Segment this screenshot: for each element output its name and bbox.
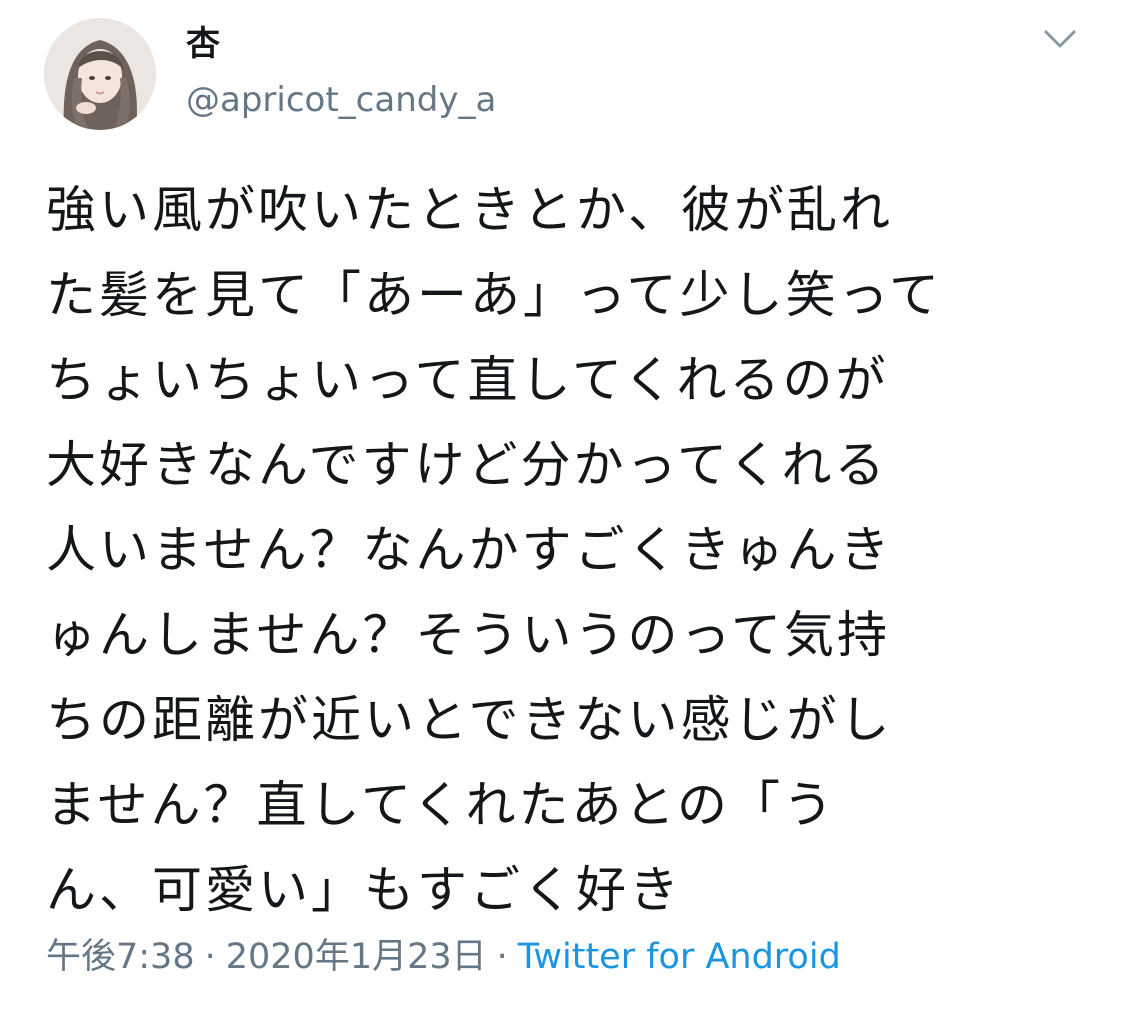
tweet-source-link[interactable]: Twitter for Android xyxy=(518,937,841,977)
tweet-meta: 午後7:38 · 2020年1月23日 · Twitter for Android xyxy=(46,934,841,980)
meta-separator: · xyxy=(204,937,216,977)
tweet-line: ゅんしません？そういうのって気持 xyxy=(46,606,890,664)
display-name[interactable]: 杏 xyxy=(186,22,220,66)
tweet-line: ちょいちょいって直してくれるのが xyxy=(46,351,889,409)
tweet-card: 杏 @apricot_candy_a 強い風が吹いたときとか、彼が乱れ た髪を見… xyxy=(0,0,1124,1024)
tweet-line: ん、可愛い」もすごく好き xyxy=(46,861,682,919)
tweet-line: 人いません？なんかすごくきゅんき xyxy=(46,521,893,579)
user-handle[interactable]: @apricot_candy_a xyxy=(186,78,496,122)
avatar-illustration-icon xyxy=(44,18,156,130)
tweet-text: 強い風が吹いたときとか、彼が乱れ た髪を見て「あーあ」って少し笑って ちょいちょ… xyxy=(46,168,1086,933)
tweet-line: 強い風が吹いたときとか、彼が乱れ xyxy=(46,181,893,239)
chevron-down-icon xyxy=(1044,30,1076,48)
tweet-time[interactable]: 午後7:38 xyxy=(46,937,195,977)
tweet-line: 大好きなんですけど分かってくれる xyxy=(46,436,888,494)
tweet-line: た髪を見て「あーあ」って少し笑って xyxy=(46,266,942,324)
tweet-line: ちの距離が近いとできない感じがし xyxy=(46,691,893,749)
tweet-menu-button[interactable] xyxy=(1040,24,1080,54)
tweet-line: ません？直してくれたあとの「う xyxy=(46,776,836,834)
avatar[interactable] xyxy=(44,18,156,130)
tweet-date[interactable]: 2020年1月23日 xyxy=(226,937,487,977)
meta-separator: · xyxy=(496,937,508,977)
